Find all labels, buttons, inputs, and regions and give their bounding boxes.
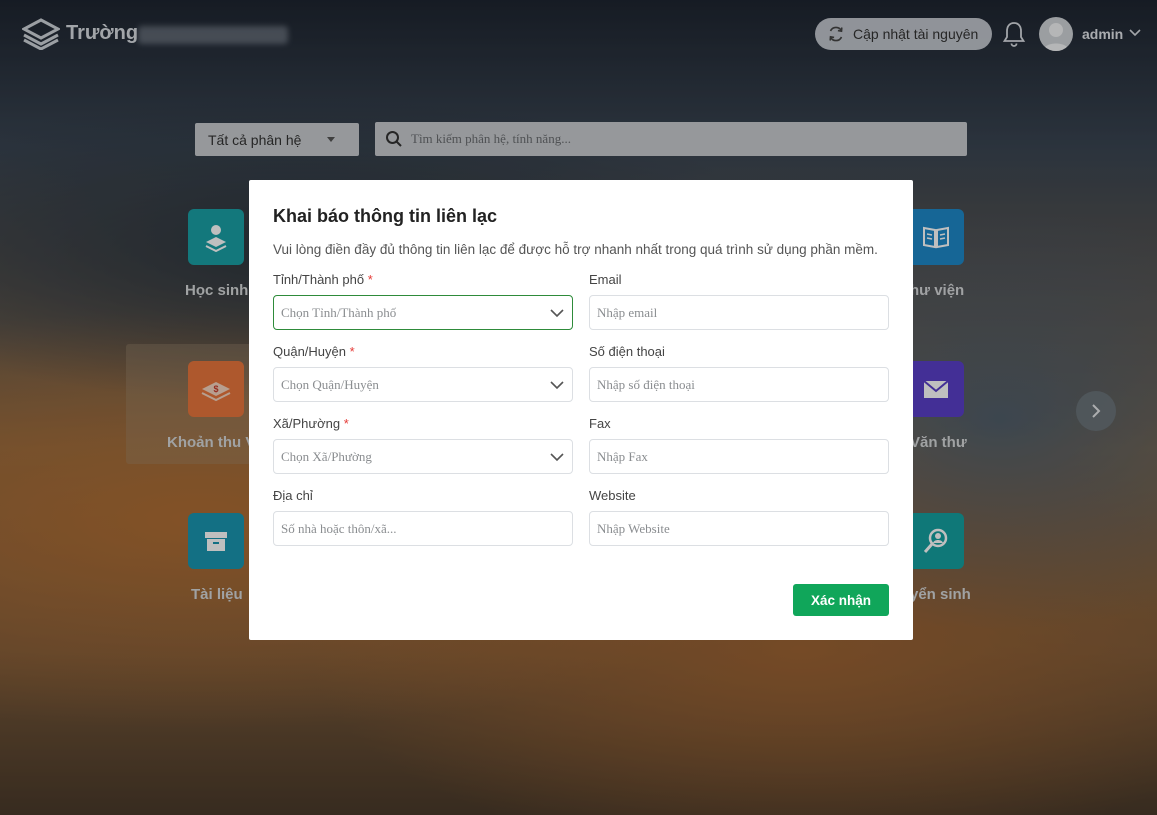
required-mark: * <box>343 416 349 431</box>
province-label: Tỉnh/Thành phố * <box>273 272 373 287</box>
email-field[interactable] <box>589 295 889 330</box>
required-mark: * <box>367 272 373 287</box>
phone-field[interactable] <box>589 367 889 402</box>
contact-info-modal: Khai báo thông tin liên lạc Vui lòng điề… <box>249 180 913 640</box>
email-label: Email <box>589 272 622 287</box>
required-mark: * <box>349 344 355 359</box>
district-input[interactable] <box>274 368 572 401</box>
phone-input[interactable] <box>590 368 888 401</box>
fax-field[interactable] <box>589 439 889 474</box>
chevron-down-icon <box>550 453 564 462</box>
confirm-button[interactable]: Xác nhận <box>793 584 889 616</box>
phone-label: Số điện thoại <box>589 344 665 359</box>
ward-select[interactable] <box>273 439 573 474</box>
address-input[interactable] <box>274 512 572 545</box>
ward-input[interactable] <box>274 440 572 473</box>
modal-description: Vui lòng điền đầy đủ thông tin liên lạc … <box>273 242 878 257</box>
district-label: Quận/Huyện * <box>273 344 355 359</box>
address-field[interactable] <box>273 511 573 546</box>
fax-input[interactable] <box>590 440 888 473</box>
district-select[interactable] <box>273 367 573 402</box>
chevron-down-icon <box>550 309 564 318</box>
province-input[interactable] <box>274 296 572 329</box>
fax-label: Fax <box>589 416 611 431</box>
address-label: Địa chỉ <box>273 488 313 503</box>
province-select[interactable] <box>273 295 573 330</box>
email-input[interactable] <box>590 296 888 329</box>
website-label: Website <box>589 488 636 503</box>
ward-label: Xã/Phường * <box>273 416 349 431</box>
website-input[interactable] <box>590 512 888 545</box>
chevron-down-icon <box>550 381 564 390</box>
website-field[interactable] <box>589 511 889 546</box>
modal-title: Khai báo thông tin liên lạc <box>273 206 498 226</box>
